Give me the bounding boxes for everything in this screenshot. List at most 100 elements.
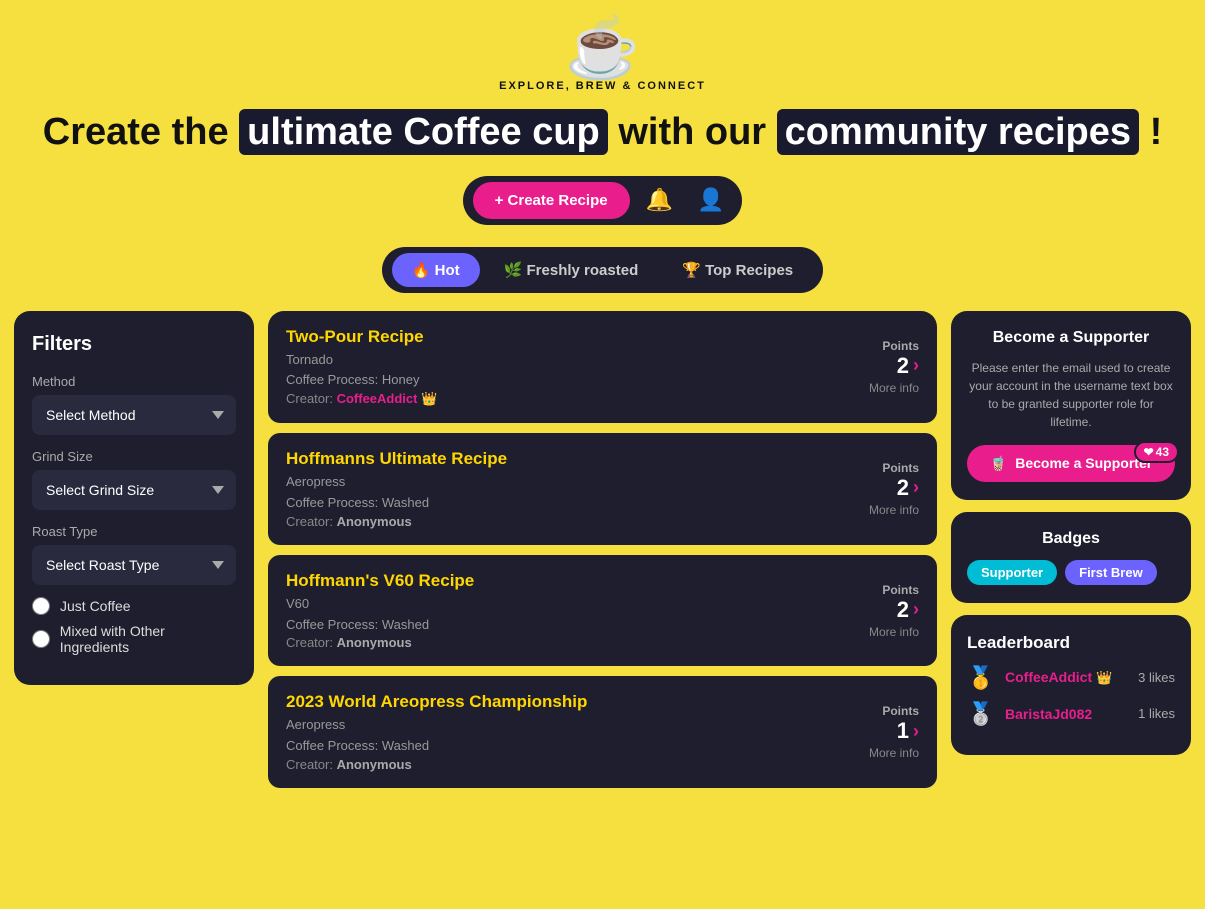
heart-count: 43 [1156,445,1169,459]
right-panel: Become a Supporter Please enter the emai… [951,311,1191,755]
recipe-card-0-left: Two-Pour Recipe Tornado Coffee Process: … [286,327,839,408]
recipe-0-arrow-icon: › [913,355,919,376]
hero-highlight1: ultimate Coffee cup [239,109,608,155]
filter-just-coffee-label: Just Coffee [60,598,131,614]
supporter-title: Become a Supporter [967,329,1175,347]
leaderboard-medal-1: 🥈 [967,701,995,727]
recipe-3-more-info[interactable]: More info [839,746,919,760]
hero-suffix: ! [1150,111,1163,153]
leaderboard-crown-0: 👑 [1096,670,1112,685]
recipe-card-3[interactable]: 2023 World Areopress Championship Aeropr… [268,676,937,788]
user-button[interactable]: 👤 [689,183,732,217]
recipe-3-title: 2023 World Areopress Championship [286,692,839,712]
badges-row: Supporter First Brew [967,560,1175,585]
filter-just-coffee-radio[interactable] [32,597,50,615]
recipe-0-method: Tornado [286,350,839,371]
leaderboard-title: Leaderboard [967,633,1175,653]
hero-prefix: Create the [43,111,229,153]
tab-bar: 🔥 Hot 🌿 Freshly roasted 🏆 Top Recipes [0,247,1205,293]
recipe-2-creator: Creator: Anonymous [286,635,839,650]
recipe-1-points: 2 › [839,475,919,501]
filter-method-label: Method [32,374,236,389]
recipe-card-1-right: Points 2 › More info [839,461,919,517]
leaderboard-item-0: 🥇 CoffeeAddict 👑 3 likes [967,665,1175,691]
hero-middle: with our [618,111,766,153]
leaderboard-likes-0: 3 likes [1138,670,1175,685]
filter-grind-label: Grind Size [32,449,236,464]
recipe-1-arrow-icon: › [913,477,919,498]
recipe-card-3-right: Points 1 › More info [839,704,919,760]
filter-mixed-radio[interactable] [32,630,50,648]
action-bar: + Create Recipe 🔔 👤 [0,176,1205,225]
recipe-0-title: Two-Pour Recipe [286,327,839,347]
recipe-0-process: Coffee Process: Honey [286,370,839,391]
supporter-heart-badge: ❤ 43 [1134,441,1179,463]
recipe-2-creator-name: Anonymous [337,635,412,650]
tab-bar-inner: 🔥 Hot 🌿 Freshly roasted 🏆 Top Recipes [382,247,823,293]
recipe-card-1-left: Hoffmanns Ultimate Recipe Aeropress Coff… [286,449,839,529]
recipe-3-creator-name: Anonymous [337,757,412,772]
recipe-1-title: Hoffmanns Ultimate Recipe [286,449,839,469]
recipe-3-process: Coffee Process: Washed [286,736,839,757]
leaderboard-likes-1: 1 likes [1138,706,1175,721]
supporter-button-label: Become a Supporter [1015,455,1152,471]
recipe-3-method: Aeropress [286,715,839,736]
recipe-2-method: V60 [286,594,839,615]
supporter-card: Become a Supporter Please enter the emai… [951,311,1191,500]
recipe-0-crown-icon: 👑 [421,391,437,406]
recipe-card-2-right: Points 2 › More info [839,583,919,639]
recipe-2-arrow-icon: › [913,599,919,620]
badges-title: Badges [967,530,1175,548]
recipe-0-more-info[interactable]: More info [839,381,919,395]
filter-mixed-item: Mixed with Other Ingredients [32,623,236,655]
leaderboard-name-0: CoffeeAddict 👑 [1005,669,1128,686]
recipe-card-1[interactable]: Hoffmanns Ultimate Recipe Aeropress Coff… [268,433,937,545]
recipe-0-creator-name: CoffeeAddict [337,391,418,406]
recipe-0-points-num: 2 [897,353,909,379]
recipe-card-0[interactable]: Two-Pour Recipe Tornado Coffee Process: … [268,311,937,424]
badges-card: Badges Supporter First Brew [951,512,1191,603]
recipe-2-points-label: Points [839,583,919,597]
logo-icon: ☕ [565,18,640,78]
recipe-card-2[interactable]: Hoffmann's V60 Recipe V60 Coffee Process… [268,555,937,667]
filters-title: Filters [32,333,236,356]
filter-roast-select[interactable]: Select Roast Type Light Medium Dark Extr… [32,545,236,585]
recipe-3-points: 1 › [839,718,919,744]
recipe-2-points: 2 › [839,597,919,623]
recipe-3-arrow-icon: › [913,721,919,742]
supporter-button-icon: 🧋 [990,455,1007,472]
recipe-0-creator: Creator: CoffeeAddict 👑 [286,391,839,407]
hero-highlight2: community recipes [777,109,1139,155]
recipe-card-0-right: Points 2 › More info [839,339,919,395]
user-icon: 👤 [697,187,724,212]
recipe-1-points-num: 2 [897,475,909,501]
recipe-1-creator-name: Anonymous [337,514,412,529]
leaderboard-name-1: BaristaJd082 [1005,706,1128,722]
recipe-1-more-info[interactable]: More info [839,503,919,517]
filter-roast-label: Roast Type [32,524,236,539]
leaderboard-item-1: 🥈 BaristaJd082 1 likes [967,701,1175,727]
notification-icon: 🔔 [646,187,673,212]
leaderboard-card: Leaderboard 🥇 CoffeeAddict 👑 3 likes 🥈 B… [951,615,1191,755]
supporter-description: Please enter the email used to create yo… [967,359,1175,431]
recipe-0-points: 2 › [839,353,919,379]
header: ☕ Explore, Brew & Connect [0,0,1205,92]
recipe-2-more-info[interactable]: More info [839,625,919,639]
notification-button[interactable]: 🔔 [638,183,681,217]
create-recipe-button[interactable]: + Create Recipe [473,182,630,219]
filter-mixed-label: Mixed with Other Ingredients [60,623,236,655]
supporter-button[interactable]: 🧋 Become a Supporter ❤ 43 [967,445,1175,482]
recipe-1-creator: Creator: Anonymous [286,514,839,529]
action-bar-inner: + Create Recipe 🔔 👤 [463,176,743,225]
tab-top-recipes[interactable]: 🏆 Top Recipes [662,253,813,287]
hero-title: Create the ultimate Coffee cup with our … [0,110,1205,156]
recipes-panel: Two-Pour Recipe Tornado Coffee Process: … [268,311,937,798]
heart-icon: ❤ [1144,445,1154,459]
recipe-1-method: Aeropress [286,472,839,493]
badge-first-brew: First Brew [1065,560,1157,585]
filter-grind-select[interactable]: Select Grind Size Fine Medium-Fine Mediu… [32,470,236,510]
recipe-3-points-label: Points [839,704,919,718]
tab-hot[interactable]: 🔥 Hot [392,253,480,287]
tab-freshly-roasted[interactable]: 🌿 Freshly roasted [484,253,659,287]
filter-method-select[interactable]: Select Method Aeropress V60 Espresso Fre… [32,395,236,435]
